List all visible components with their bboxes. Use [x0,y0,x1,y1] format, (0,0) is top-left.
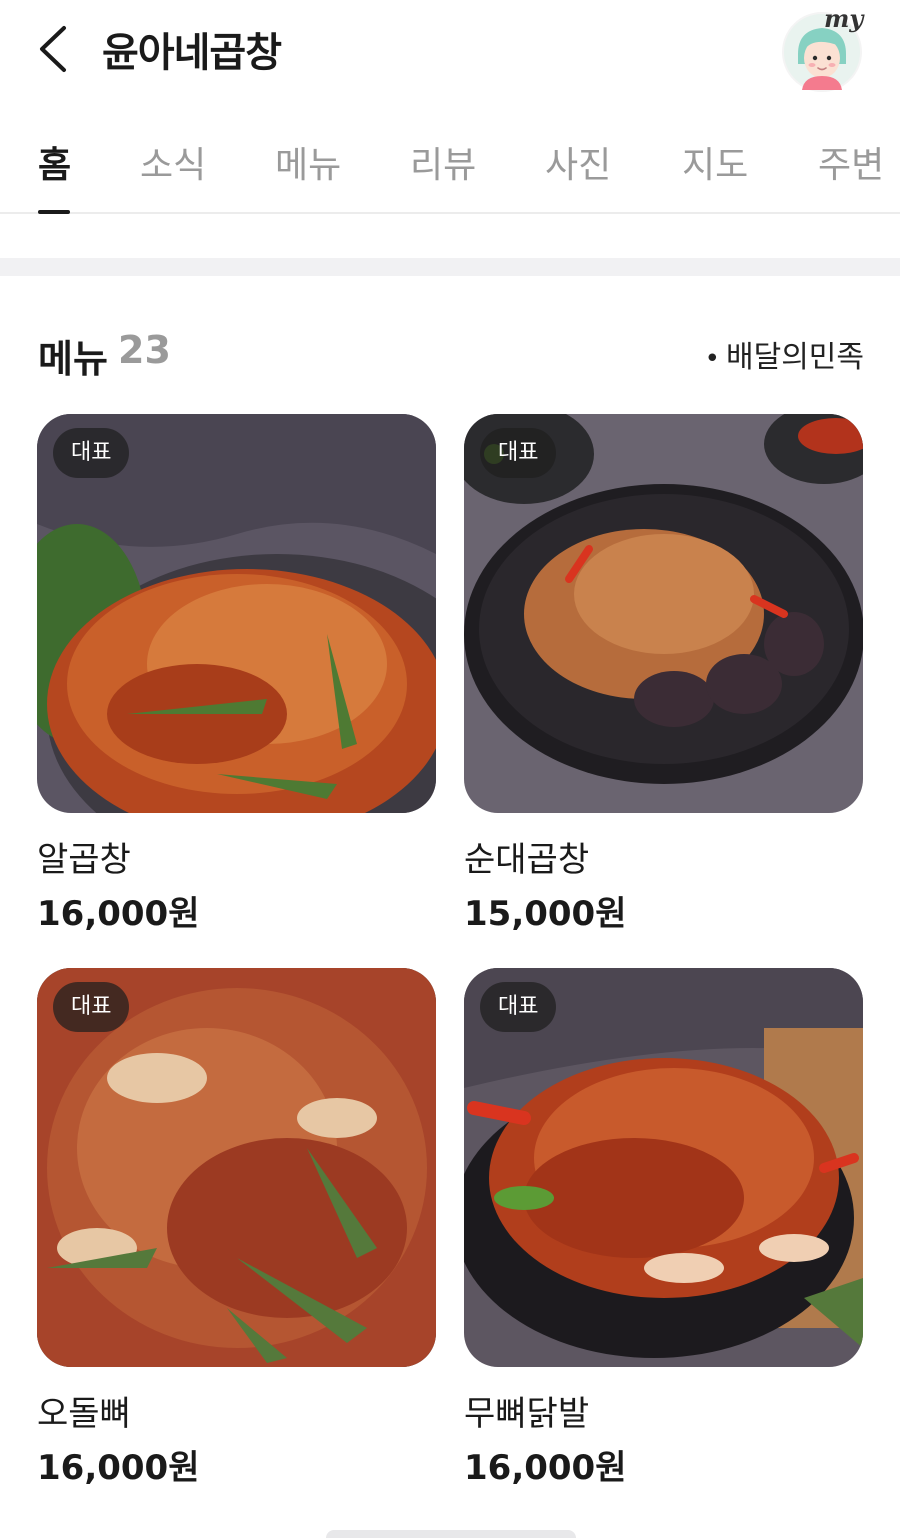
menu-card[interactable]: 대표 순대곱창 15,000원 [464,414,863,934]
tab-menu[interactable]: 메뉴 [275,136,341,188]
menu-item-price: 16,000원 [37,894,200,934]
more-button-edge[interactable] [326,1530,576,1538]
tab-nearby[interactable]: 주변 [818,136,884,188]
menu-count: 23 [118,328,171,372]
menu-item-name: 순대곱창 [464,840,590,880]
menu-item-name: 오돌뼈 [37,1394,131,1434]
menu-item-price: 16,000원 [37,1448,200,1488]
menu-photo: 대표 [464,414,863,813]
menu-photo: 대표 [37,414,436,813]
menu-card[interactable]: 대표 오돌뼈 16,000원 [37,968,436,1488]
page-title: 윤아네곱창 [102,30,282,76]
menu-item-name: 알곱창 [37,840,131,880]
signature-badge: 대표 [53,982,130,1032]
top-app-bar: 윤아네곱창 my [0,0,900,100]
signature-badge: 대표 [53,428,130,478]
menu-item-price: 15,000원 [464,894,627,934]
menu-card[interactable]: 대표 알곱창 16,000원 [37,414,436,934]
menu-item-name: 무뼈닭발 [464,1394,590,1434]
my-badge-label: my [824,4,864,33]
menu-photo: 대표 [37,968,436,1367]
signature-badge: 대표 [480,982,557,1032]
tab-bar: 홈 소식 메뉴 리뷰 사진 지도 주변 [0,118,900,214]
tab-home[interactable]: 홈 [38,136,71,188]
tab-photos[interactable]: 사진 [545,136,611,188]
menu-card[interactable]: 대표 무뼈닭발 16,000원 [464,968,863,1488]
tab-map[interactable]: 지도 [682,136,748,188]
section-divider [0,258,900,276]
active-tab-indicator [38,210,70,214]
menu-item-price: 16,000원 [464,1448,627,1488]
back-arrow-icon[interactable] [30,22,80,76]
menu-section-title: 메뉴 [38,337,108,381]
menu-photo: 대표 [464,968,863,1367]
tab-reviews[interactable]: 리뷰 [410,136,476,188]
menu-source-link[interactable]: 배달의민족 [705,332,864,376]
tab-news[interactable]: 소식 [140,136,206,188]
signature-badge: 대표 [480,428,557,478]
menu-section-header: 메뉴 23 배달의민족 [38,322,864,381]
